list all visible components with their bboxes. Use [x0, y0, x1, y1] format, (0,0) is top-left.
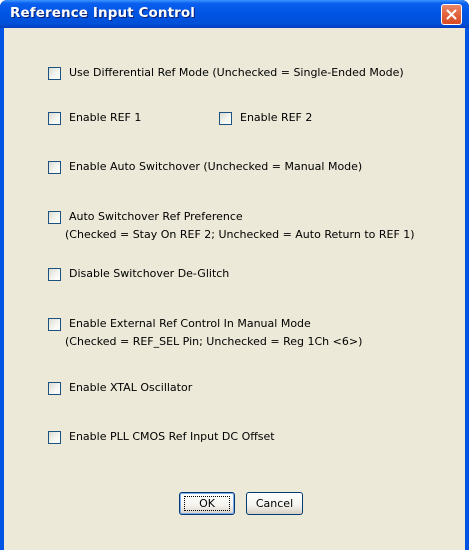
- enable-ref1-label: Enable REF 1: [69, 111, 142, 124]
- deglitch-label: Disable Switchover De-Glitch: [69, 267, 230, 280]
- cancel-button[interactable]: Cancel: [246, 492, 303, 515]
- switchover-pref-checkbox[interactable]: [48, 211, 61, 224]
- ext-ref-control-label: Enable External Ref Control In Manual Mo…: [69, 317, 311, 330]
- ext-ref-control-note: (Checked = REF_SEL Pin; Unchecked = Reg …: [65, 335, 363, 348]
- switchover-pref-label: Auto Switchover Ref Preference: [69, 210, 243, 223]
- enable-ref1-checkbox[interactable]: [48, 112, 61, 125]
- xtal-osc-checkbox[interactable]: [48, 382, 61, 395]
- ext-ref-control-checkbox[interactable]: [48, 318, 61, 331]
- auto-switchover-checkbox[interactable]: [48, 161, 61, 174]
- ok-button[interactable]: OK: [179, 492, 235, 515]
- xtal-osc-label: Enable XTAL Oscillator: [69, 381, 193, 394]
- close-icon: [446, 9, 457, 20]
- close-button[interactable]: [441, 4, 462, 25]
- window-title: Reference Input Control: [10, 5, 196, 21]
- auto-switchover-label: Enable Auto Switchover (Unchecked = Manu…: [69, 160, 363, 173]
- title-bar[interactable]: Reference Input Control: [0, 0, 469, 28]
- ok-button-label: OK: [199, 497, 215, 510]
- reference-input-control-dialog: Reference Input Control Use Differential…: [0, 0, 469, 550]
- pll-cmos-offset-checkbox[interactable]: [48, 431, 61, 444]
- diff-ref-mode-checkbox[interactable]: [48, 67, 61, 80]
- dialog-body: Use Differential Ref Mode (Unchecked = S…: [4, 28, 465, 550]
- diff-ref-mode-label: Use Differential Ref Mode (Unchecked = S…: [69, 66, 404, 79]
- enable-ref2-label: Enable REF 2: [240, 111, 313, 124]
- enable-ref2-checkbox[interactable]: [219, 112, 232, 125]
- cancel-button-label: Cancel: [255, 497, 294, 510]
- window-frame-right: [465, 28, 469, 550]
- switchover-pref-note: (Checked = Stay On REF 2; Unchecked = Au…: [65, 228, 415, 241]
- pll-cmos-offset-label: Enable PLL CMOS Ref Input DC Offset: [69, 430, 275, 443]
- deglitch-checkbox[interactable]: [48, 268, 61, 281]
